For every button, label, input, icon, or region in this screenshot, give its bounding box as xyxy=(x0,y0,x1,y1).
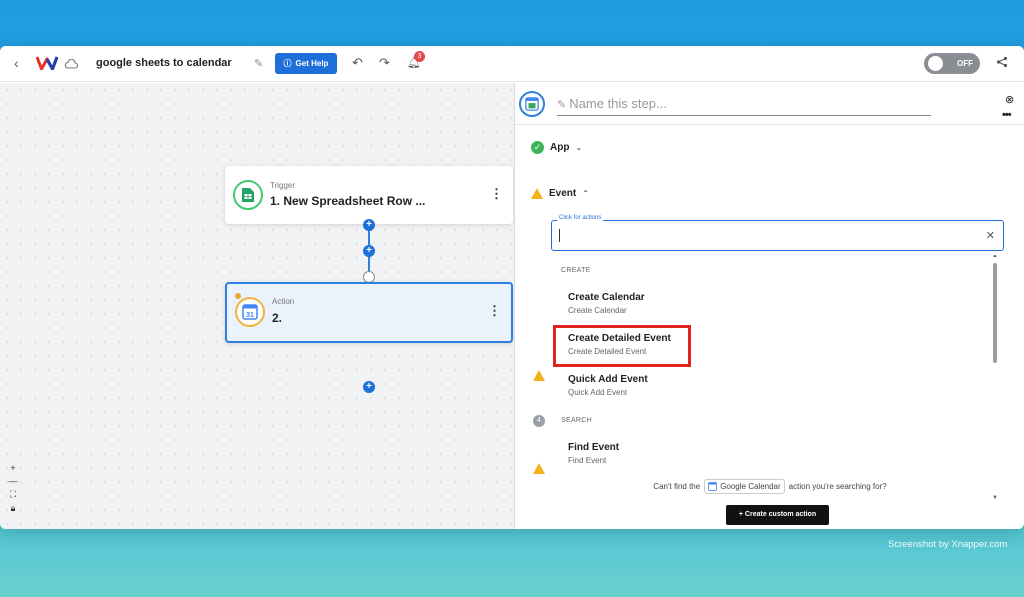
undo-icon[interactable]: ↶ xyxy=(352,55,363,71)
google-calendar-icon xyxy=(519,91,545,117)
event-label: Event xyxy=(549,188,577,199)
top-bar: ‹ google sheets to calendar ✎ ⓘ Get Help… xyxy=(0,46,1024,82)
panel-header: ✎ Name this step... ⊗ ••• xyxy=(515,83,1024,125)
warning-icon xyxy=(533,370,545,381)
option-title: Find Event xyxy=(568,442,620,453)
section-create-label: CREATE xyxy=(561,267,591,274)
zoom-in-icon[interactable]: + xyxy=(7,463,19,473)
fit-view-icon[interactable]: ⛶ xyxy=(7,489,19,500)
warning-dot xyxy=(235,293,241,299)
cant-find-message: Can't find the Google Calendar action yo… xyxy=(515,479,1024,494)
redo-icon[interactable]: ↷ xyxy=(379,55,390,71)
option-subtitle: Find Event xyxy=(568,456,607,465)
trigger-title: 1. New Spreadsheet Row ... xyxy=(270,194,426,208)
action-node[interactable]: 31 Action 2. ⋮ xyxy=(225,282,513,343)
scroll-up-icon[interactable]: ▲ xyxy=(992,255,998,259)
action-menu-icon[interactable]: ⋮ xyxy=(488,303,501,319)
share-icon[interactable] xyxy=(996,56,1008,71)
app-label: App xyxy=(550,142,570,153)
app-logo[interactable] xyxy=(35,56,59,75)
chevron-up-icon: ⌃ xyxy=(582,189,589,198)
option-quick-add-event[interactable]: Quick Add Event Quick Add Event xyxy=(568,374,648,397)
highlight-box xyxy=(553,325,691,367)
notification-badge: 3 xyxy=(414,51,425,62)
trigger-node[interactable]: Trigger 1. New Spreadsheet Row ... ⋮ xyxy=(225,166,513,224)
google-sheets-icon xyxy=(233,180,263,210)
option-subtitle: Create Calendar xyxy=(568,306,627,315)
step-config-panel: ✎ Name this step... ⊗ ••• ✓ App ⌄ Event … xyxy=(514,83,1024,529)
get-help-button[interactable]: ⓘ Get Help xyxy=(275,53,337,74)
app-chip-label: Google Calendar xyxy=(720,482,781,491)
step-name-input[interactable]: ✎ Name this step... xyxy=(557,96,931,116)
action-kind-label: Action xyxy=(272,297,295,306)
trigger-kind-label: Trigger xyxy=(270,181,296,190)
clear-icon[interactable]: ✕ xyxy=(986,229,995,242)
lock-icon[interactable]: 🔒︎ xyxy=(7,503,19,514)
create-custom-action-button[interactable]: + Create custom action xyxy=(726,505,829,525)
event-search-input[interactable]: Click for actions ✕ xyxy=(551,215,1004,251)
scrollbar-thumb[interactable] xyxy=(993,263,997,363)
zoom-controls: + — ⛶ 🔒︎ xyxy=(7,463,19,514)
watermark: Screenshot by Xnapper.com xyxy=(888,539,1008,550)
add-step-top-icon[interactable]: + xyxy=(363,219,375,231)
cant-find-prefix: Can't find the xyxy=(653,482,701,491)
close-panel-icon[interactable]: ⊗ xyxy=(1005,93,1014,106)
help-circle-icon: ⓘ xyxy=(283,59,292,68)
step-number-badge: 4 xyxy=(533,415,545,427)
text-caret xyxy=(559,229,560,242)
back-arrow-icon[interactable]: ‹ xyxy=(14,55,19,71)
add-step-middle-icon[interactable]: + xyxy=(363,245,375,257)
workflow-on-off-toggle[interactable]: OFF xyxy=(924,53,980,74)
action-title: 2. xyxy=(272,311,283,325)
check-circle-icon: ✓ xyxy=(531,141,544,154)
event-options-dropdown: CREATE Create Calendar Create Calendar C… xyxy=(551,255,1004,515)
pencil-icon: ✎ xyxy=(557,99,570,111)
app-window: ‹ google sheets to calendar ✎ ⓘ Get Help… xyxy=(0,46,1024,529)
workflow-title[interactable]: google sheets to calendar xyxy=(96,57,232,69)
chevron-down-icon: ⌄ xyxy=(575,143,583,152)
option-title: Create Calendar xyxy=(568,292,645,303)
get-help-label: Get Help xyxy=(295,59,329,68)
cloud-sync-icon xyxy=(64,56,79,74)
option-find-event[interactable]: Find Event Find Event xyxy=(568,442,619,465)
trigger-menu-icon[interactable]: ⋮ xyxy=(490,186,503,202)
event-section-header[interactable]: Event ⌃ xyxy=(531,188,589,199)
google-calendar-icon: 31 xyxy=(235,297,265,327)
option-create-calendar[interactable]: Create Calendar Create Calendar xyxy=(568,292,645,315)
svg-text:31: 31 xyxy=(246,312,254,319)
zoom-out-icon[interactable]: — xyxy=(7,476,19,486)
scroll-down-icon[interactable]: ▼ xyxy=(992,495,998,501)
app-section-header[interactable]: ✓ App ⌄ xyxy=(531,141,582,154)
section-search-label: SEARCH xyxy=(561,417,592,424)
app-chip: Google Calendar xyxy=(704,479,785,494)
add-step-bottom-icon[interactable]: + xyxy=(363,381,375,393)
toggle-label: OFF xyxy=(957,59,973,68)
warning-icon xyxy=(533,463,545,474)
cant-find-suffix: action you're searching for? xyxy=(788,482,887,491)
more-options-icon[interactable]: ••• xyxy=(1002,109,1012,121)
workflow-canvas[interactable]: Trigger 1. New Spreadsheet Row ... ⋮ + +… xyxy=(0,83,514,529)
search-field-label: Click for actions xyxy=(557,215,604,221)
toggle-knob xyxy=(928,56,943,71)
edit-title-icon[interactable]: ✎ xyxy=(254,57,263,70)
step-name-placeholder: Name this step... xyxy=(569,96,667,111)
option-subtitle: Quick Add Event xyxy=(568,388,628,397)
warning-icon xyxy=(531,188,543,199)
option-title: Quick Add Event xyxy=(568,374,648,385)
